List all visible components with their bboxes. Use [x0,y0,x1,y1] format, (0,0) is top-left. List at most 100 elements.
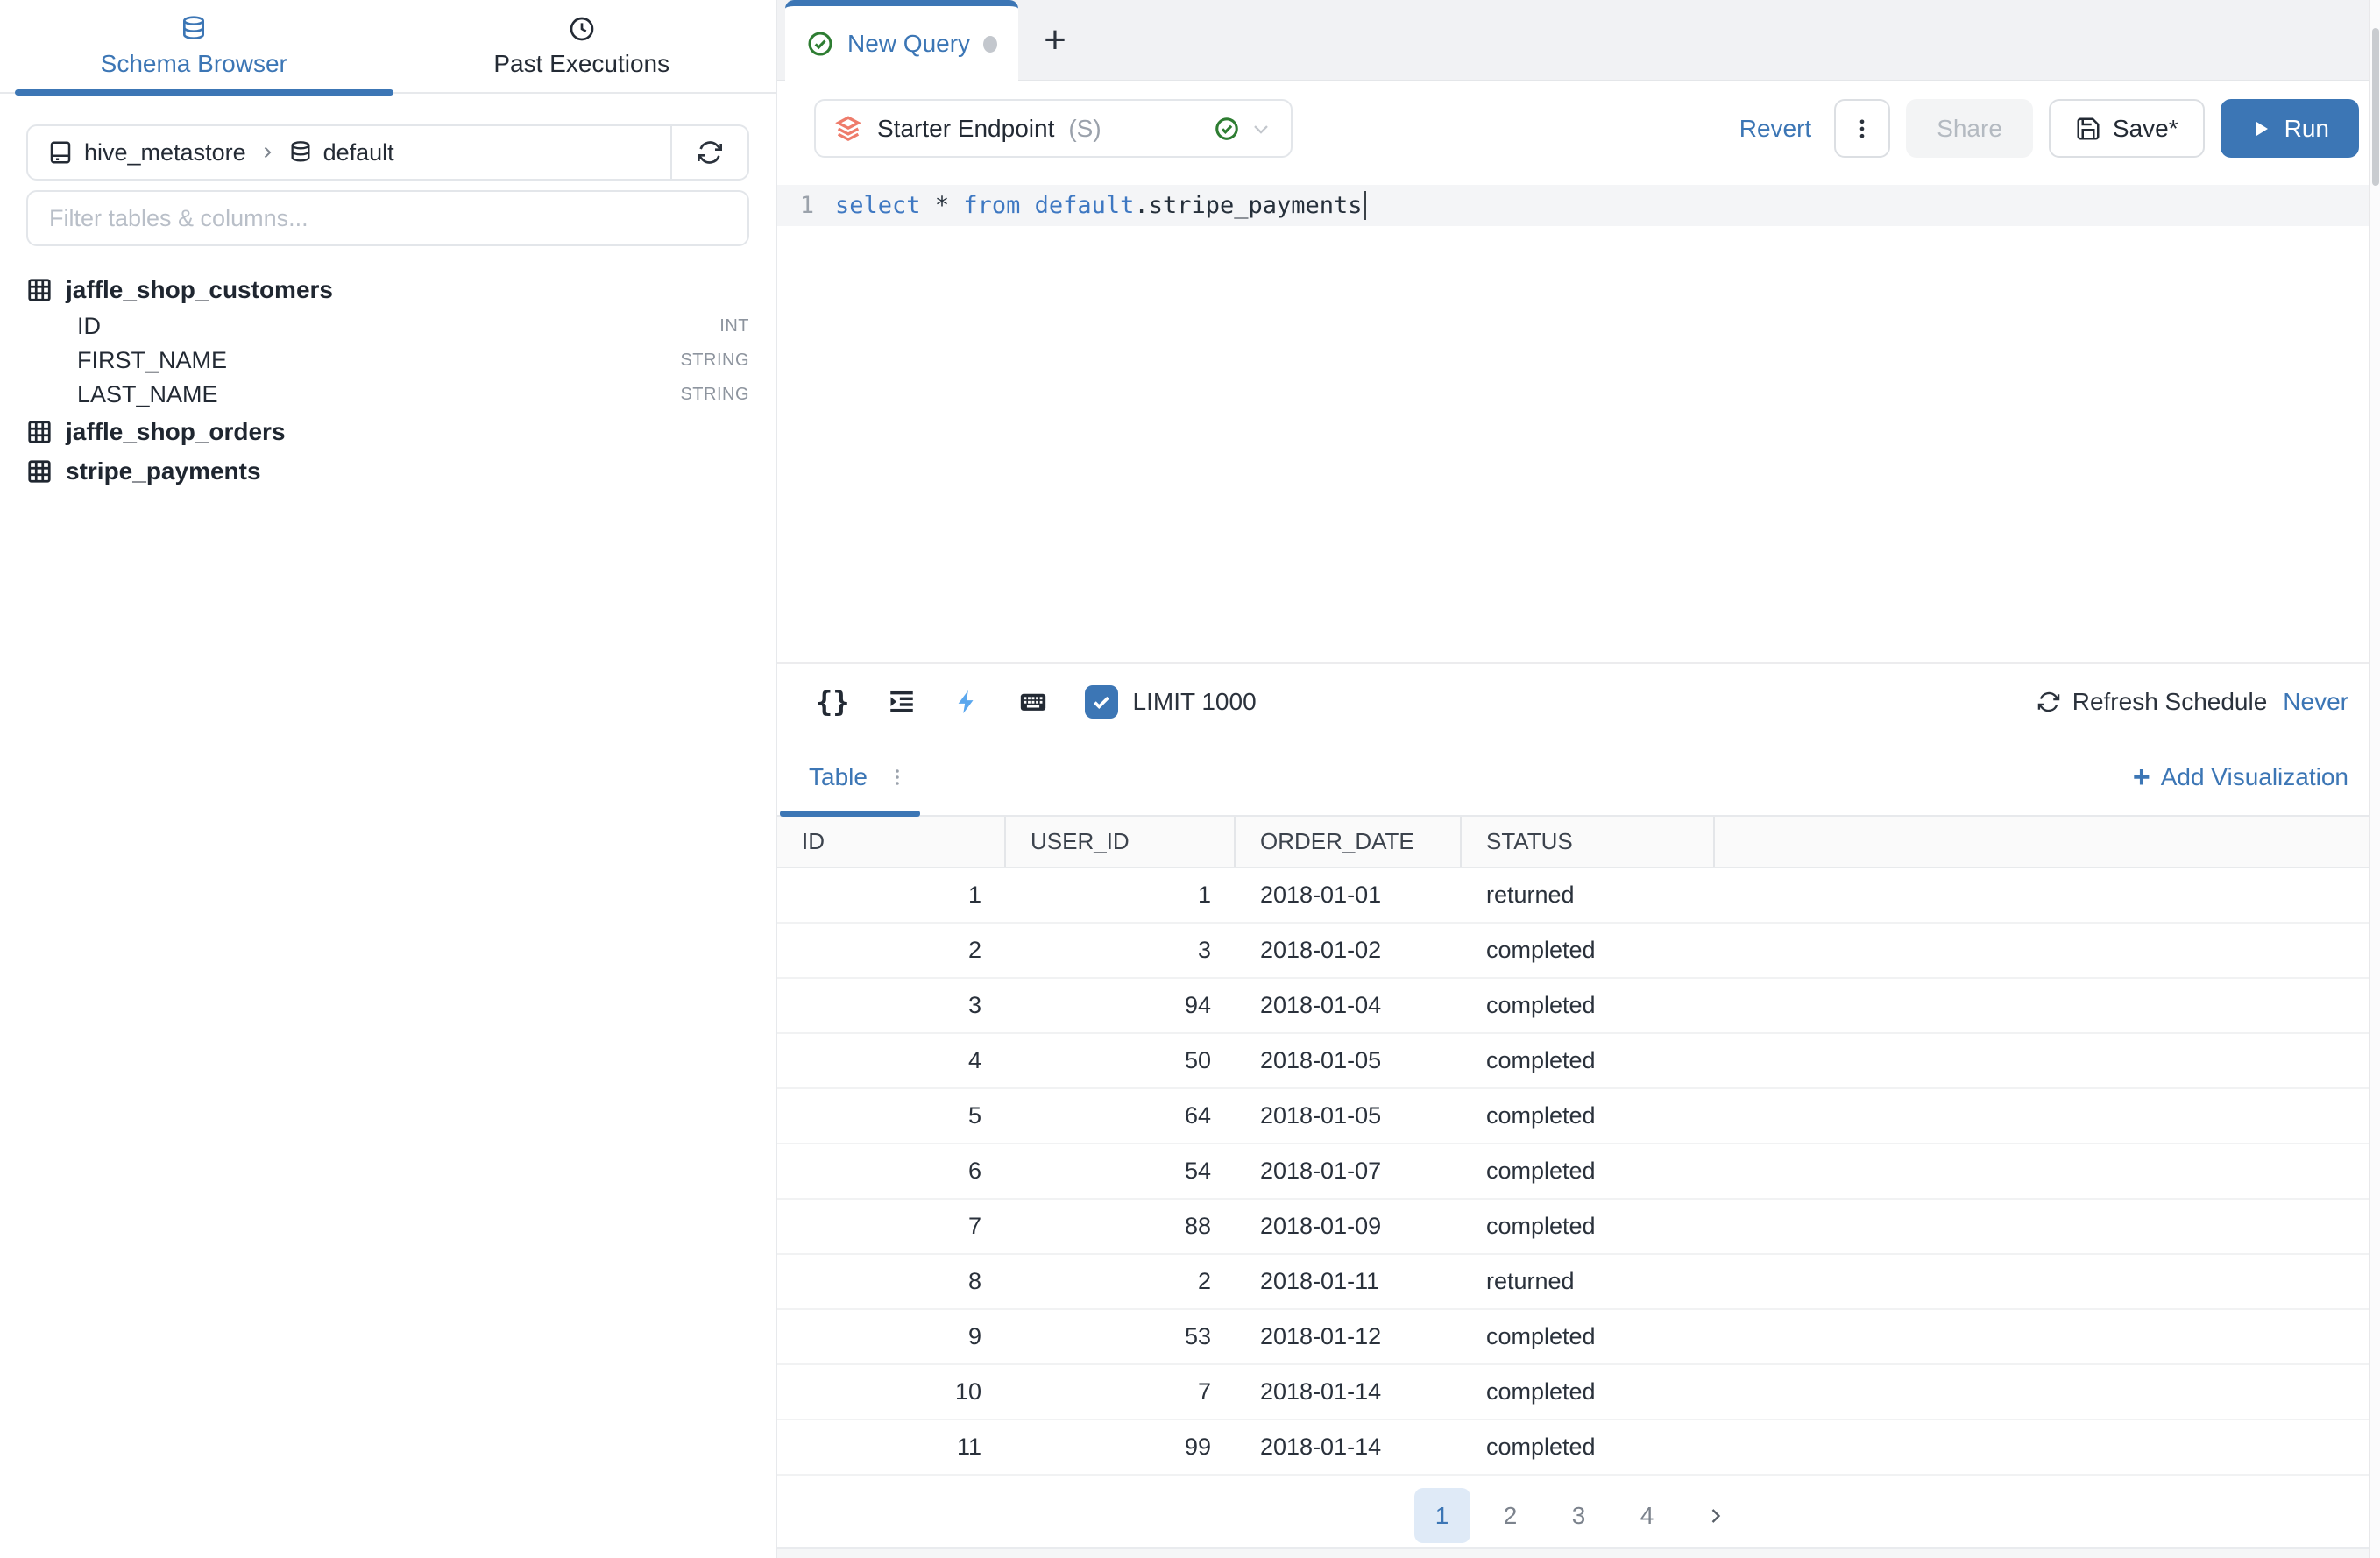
share-button[interactable]: Share [1906,99,2033,158]
page-button[interactable]: 2 [1483,1488,1539,1543]
table-cell: 99 [1006,1434,1236,1461]
page-button[interactable]: 1 [1414,1488,1470,1543]
save-button[interactable]: Save* [2049,99,2205,158]
results-tab-label: Table [809,763,868,791]
schema-column-item[interactable]: FIRST_NAMESTRING [26,343,749,378]
table-cell: 2 [1006,1268,1236,1295]
table-cell: completed [1462,992,1715,1019]
sql-token: * [935,192,949,219]
refresh-icon [696,138,724,166]
endpoint-size: (S) [1068,115,1101,143]
page-button[interactable]: 3 [1551,1488,1607,1543]
table-cell: 3 [1006,937,1236,964]
sql-token: select [835,192,921,219]
schema-table-name: jaffle_shop_orders [66,418,286,446]
filter-input[interactable] [26,190,749,246]
table-cell: 6 [777,1158,1006,1185]
table-cell: 5 [777,1102,1006,1130]
column-header-filler [1715,817,2380,867]
keyboard-icon[interactable] [1016,687,1050,717]
table-icon [26,458,53,485]
sql-token: stripe_payments [1149,192,1363,219]
table-cell: 8 [777,1268,1006,1295]
sql-token: . [1134,192,1148,219]
results-tab-underline [780,811,920,817]
table-cell: 2018-01-04 [1236,992,1462,1019]
scrollbar-thumb[interactable] [2372,28,2379,186]
refresh-schedule-value[interactable]: Never [2283,688,2348,716]
table-cell: 2018-01-12 [1236,1323,1462,1350]
schema-table-item[interactable]: jaffle_shop_customers [26,270,749,309]
sidebar: Schema Browser Past Executions hive_meta… [0,0,777,1558]
more-actions-button[interactable] [1834,99,1890,158]
window-scrollbar[interactable] [2369,0,2380,1558]
breadcrumb[interactable]: hive_metastore default [28,126,670,179]
table-cell: 7 [1006,1378,1236,1406]
table-cell: 2018-01-01 [1236,882,1462,909]
table-row: 4502018-01-05completed [777,1034,2380,1089]
column-header[interactable]: ID [777,817,1006,867]
table-cell: 2018-01-07 [1236,1158,1462,1185]
endpoint-select[interactable]: Starter Endpoint (S) [814,99,1293,158]
tab-past-executions[interactable]: Past Executions [388,0,776,92]
format-braces-icon[interactable]: {} [816,685,850,719]
editor-footer-toolbar: {} LIMIT 1000 Refresh Schedule Never [777,662,2380,740]
schema-table-name: jaffle_shop_customers [66,276,333,304]
column-header[interactable]: STATUS [1462,817,1715,867]
breadcrumb-schema[interactable]: default [323,139,394,166]
revert-button[interactable]: Revert [1739,115,1811,143]
limit-label: LIMIT 1000 [1133,688,1257,716]
table-cell: completed [1462,1158,1715,1185]
table-row: 1072018-01-14completed [777,1365,2380,1420]
pagination: 1234 [777,1488,2380,1543]
table-cell: 1 [1006,882,1236,909]
add-tab-button[interactable]: + [1018,0,1092,80]
page-button[interactable]: 4 [1619,1488,1675,1543]
add-visualization-button[interactable]: + Add Visualization [2133,762,2348,792]
sql-token: default [1035,192,1135,219]
table-cell: 2018-01-09 [1236,1213,1462,1240]
sql-token [1020,192,1034,219]
table-row: 6542018-01-07completed [777,1144,2380,1200]
bolt-icon[interactable] [953,687,980,717]
unsaved-dot-icon [983,36,997,53]
table-cell: returned [1462,1268,1715,1295]
table-cell: 1 [777,882,1006,909]
table-row: 5642018-01-05completed [777,1089,2380,1144]
refresh-schema-button[interactable] [670,126,747,179]
table-cell: 2018-01-14 [1236,1378,1462,1406]
schema-table-item[interactable]: stripe_payments [26,451,749,491]
schema-column-name: LAST_NAME [77,381,218,408]
table-icon [26,419,53,445]
table-cell: completed [1462,1378,1715,1406]
column-header[interactable]: ORDER_DATE [1236,817,1462,867]
query-tabbar: New Query + [777,0,2380,81]
schema-table-item[interactable]: jaffle_shop_orders [26,412,749,451]
refresh-schedule-icon [2036,690,2061,714]
main-panel: New Query + Starter Endpoint (S) [777,0,2380,1558]
schema-column-item[interactable]: LAST_NAME STRING [26,378,749,412]
schema-column-type: STRING [680,385,749,405]
table-cell: 11 [777,1434,1006,1461]
sidebar-tabs: Schema Browser Past Executions [0,0,776,94]
sidebar-body: hive_metastore default jaffle_shop_c [0,94,776,491]
breadcrumb-catalog[interactable]: hive_metastore [84,139,246,166]
next-page-button[interactable] [1688,1488,1744,1543]
chevron-right-icon [1704,1504,1728,1528]
schema-breadcrumb: hive_metastore default [26,124,749,181]
run-button[interactable]: Run [2221,99,2359,158]
table-cell: 7 [777,1213,1006,1240]
sql-editor[interactable]: 1 select * from default.stripe_payments [777,175,2380,662]
column-header[interactable]: USER_ID [1006,817,1236,867]
query-tab-new-query[interactable]: New Query [785,0,1018,81]
tab-schema-browser[interactable]: Schema Browser [0,0,388,92]
table-tab-kebab-icon[interactable] [887,767,908,788]
tab-past-executions-label: Past Executions [493,50,669,78]
results-tab-table[interactable]: Table [777,740,934,815]
indent-icon[interactable] [887,687,917,717]
limit-checkbox[interactable] [1085,685,1118,719]
table-cell: 9 [777,1323,1006,1350]
endpoint-name: Starter Endpoint [877,115,1054,143]
schema-column-item[interactable]: IDINT [26,309,749,343]
bottom-strip [777,1547,2380,1558]
